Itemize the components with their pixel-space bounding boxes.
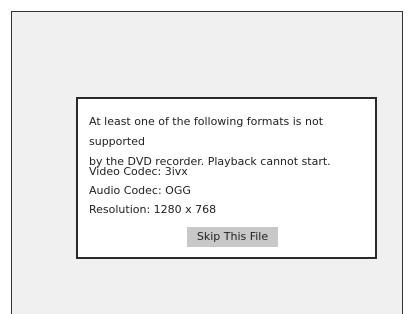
error-message-line-1: At least one of the following formats is… <box>89 115 324 148</box>
skip-this-file-button[interactable]: Skip This File <box>187 227 278 247</box>
resolution-text: Resolution: 1280 x 768 <box>89 203 217 216</box>
unsupported-format-dialog: At least one of the following formats is… <box>76 97 377 259</box>
format-info: Video Codec: 3ivx Audio Codec: OGG Resol… <box>89 162 216 219</box>
video-codec-text: Video Codec: 3ivx <box>89 165 188 178</box>
audio-codec-text: Audio Codec: OGG <box>89 184 191 197</box>
tv-screen: At least one of the following formats is… <box>11 11 403 314</box>
